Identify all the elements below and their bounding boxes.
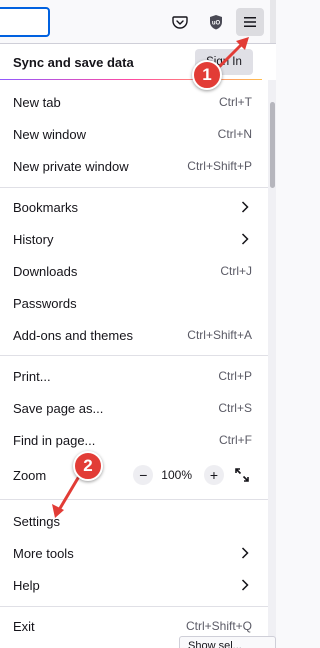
annotation-badge-2: 2 (73, 451, 103, 481)
annotation-badge-1: 1 (192, 60, 222, 90)
annotation-arrows (52, 37, 249, 518)
